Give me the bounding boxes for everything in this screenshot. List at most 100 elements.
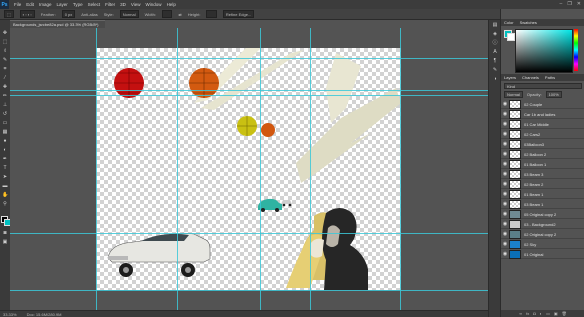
guide-line[interactable] [177, 28, 178, 310]
close-button[interactable]: ✕ [577, 1, 581, 7]
doc-info[interactable]: Doc: 15.6M/280.9M [27, 312, 62, 317]
eye-icon[interactable]: ◉ [501, 251, 509, 257]
hue-slider[interactable] [574, 29, 578, 71]
layer-row[interactable]: ◉ 01 Beam 1 [501, 189, 584, 199]
marquee-tool-icon[interactable]: ⬚ [2, 39, 8, 45]
layer-row[interactable]: ◉ 01 Original [501, 249, 584, 259]
tab-swatches[interactable]: Swatches [520, 20, 537, 25]
guide-line[interactable] [260, 28, 261, 310]
canvas-workspace[interactable] [10, 28, 488, 310]
restore-button[interactable]: ❐ [567, 1, 571, 7]
tab-paths[interactable]: Paths [545, 75, 555, 80]
layer-row[interactable]: ◉ 02 Balloon 2 [501, 149, 584, 159]
tab-layers[interactable]: Layers [504, 75, 516, 80]
menu-window[interactable]: Window [146, 2, 162, 7]
layer-row[interactable]: ◉ 03Balloon3 [501, 139, 584, 149]
menu-type[interactable]: Type [73, 2, 83, 7]
layer-row[interactable]: ◉ 02 Sky [501, 239, 584, 249]
menu-3d[interactable]: 3D [120, 2, 126, 7]
height-input[interactable] [206, 10, 217, 18]
menu-select[interactable]: Select [88, 2, 101, 7]
layer-filter-select[interactable]: Kind [504, 83, 582, 89]
refine-edge-button[interactable]: Refine Edge... [222, 10, 255, 18]
layer-row[interactable]: ◉ Car 1b and ladies [501, 109, 584, 119]
layer-row[interactable]: ◉ 02 Cars2 [501, 129, 584, 139]
eye-icon[interactable]: ◉ [501, 131, 509, 137]
eye-icon[interactable]: ◉ [501, 231, 509, 237]
trash-icon[interactable]: 🗑 [562, 311, 567, 316]
brush-preset-icon[interactable]: ✎ [491, 67, 499, 74]
type-tool-icon[interactable]: T [2, 165, 8, 171]
paragraph-icon[interactable]: ¶ [491, 58, 499, 65]
character-icon[interactable]: A [491, 49, 499, 56]
guide-line[interactable] [10, 290, 488, 291]
document-canvas[interactable] [96, 48, 401, 290]
dodge-tool-icon[interactable]: ◐ [2, 147, 8, 153]
eye-icon[interactable]: ◉ [501, 241, 509, 247]
crop-tool-icon[interactable]: ⌗ [2, 66, 8, 72]
menu-help[interactable]: Help [167, 2, 176, 7]
quick-select-tool-icon[interactable]: ✎ [2, 57, 8, 63]
shape-tool-icon[interactable]: ▬ [2, 183, 8, 189]
hand-tool-icon[interactable]: ✋ [2, 192, 8, 198]
feather-input[interactable]: 0 px [61, 10, 76, 18]
eye-icon[interactable]: ◉ [501, 141, 509, 147]
layer-row[interactable]: ◉ 03 - Background2 [501, 219, 584, 229]
zoom-level[interactable]: 33.33% [3, 312, 17, 317]
eye-icon[interactable]: ◉ [501, 191, 509, 197]
history-icon[interactable]: ▤ [491, 22, 499, 29]
tab-channels[interactable]: Channels [522, 75, 539, 80]
guide-line[interactable] [96, 28, 97, 310]
layer-row[interactable]: ◉ 02 Original copy 2 [501, 229, 584, 239]
link-icon[interactable]: ∞ [519, 311, 522, 316]
properties-icon[interactable]: ◈ [491, 31, 499, 38]
document-tab[interactable]: Backgrounds_jsrcbe82a.psd @ 33.3% (RGB/8… [10, 20, 105, 28]
eyedropper-tool-icon[interactable]: ⁄ [2, 75, 8, 81]
zoom-tool-icon[interactable]: ⚲ [2, 201, 8, 207]
minimize-button[interactable]: – [560, 1, 563, 7]
layer-row[interactable]: ◉ 03 Beam 3 [501, 169, 584, 179]
blur-tool-icon[interactable]: ● [2, 138, 8, 144]
guide-line[interactable] [310, 28, 311, 310]
eraser-tool-icon[interactable]: ▭ [2, 120, 8, 126]
folder-icon[interactable]: ▭ [546, 311, 550, 316]
eye-icon[interactable]: ◉ [501, 151, 509, 157]
path-selection-tool-icon[interactable]: ➤ [2, 174, 8, 180]
tab-color[interactable]: Color [504, 20, 514, 25]
menu-view[interactable]: View [131, 2, 141, 7]
width-input[interactable] [161, 10, 173, 18]
adjustments-icon[interactable]: ◑ [491, 76, 499, 83]
style-select[interactable]: Normal [119, 10, 139, 18]
guide-line[interactable] [10, 58, 488, 59]
selection-mode-icons[interactable]: ▪ ▫ ▪ ▫ [19, 10, 35, 18]
layer-row[interactable]: ◉ 05 Original copy 2 [501, 209, 584, 219]
marquee-tool-preset-icon[interactable]: ⬚ [4, 10, 14, 18]
eye-icon[interactable]: ◉ [501, 211, 509, 217]
adjustment-icon[interactable]: ◐ [540, 311, 542, 316]
quick-mask-icon[interactable]: ◙ [2, 230, 8, 236]
new-layer-icon[interactable]: ▣ [554, 311, 558, 316]
clone-stamp-tool-icon[interactable]: ⊥ [2, 102, 8, 108]
color-picker-field[interactable] [515, 29, 573, 73]
history-brush-tool-icon[interactable]: ↺ [2, 111, 8, 117]
blend-mode-select[interactable]: Normal [504, 90, 523, 98]
move-tool-icon[interactable]: ✥ [2, 30, 8, 36]
eye-icon[interactable]: ◉ [501, 101, 509, 107]
menu-layer[interactable]: Layer [57, 2, 68, 7]
healing-brush-tool-icon[interactable]: ✚ [2, 84, 8, 90]
guide-line[interactable] [10, 95, 488, 96]
eye-icon[interactable]: ◉ [501, 161, 509, 167]
eye-icon[interactable]: ◉ [501, 121, 509, 127]
opacity-input[interactable]: 100% [545, 90, 562, 98]
eye-icon[interactable]: ◉ [501, 181, 509, 187]
gradient-tool-icon[interactable]: ▦ [2, 129, 8, 135]
menu-image[interactable]: Image [39, 2, 52, 7]
fx-icon[interactable]: fx [526, 311, 529, 316]
menu-file[interactable]: File [14, 2, 21, 7]
eye-icon[interactable]: ◉ [501, 201, 509, 207]
eye-icon[interactable]: ◉ [501, 171, 509, 177]
layer-row[interactable]: ◉ 01 Car Middle [501, 119, 584, 129]
antialias-checkbox[interactable]: Anti-alias [81, 12, 97, 17]
guide-line[interactable] [400, 28, 401, 310]
swap-icon[interactable]: ⇄ [178, 12, 181, 17]
